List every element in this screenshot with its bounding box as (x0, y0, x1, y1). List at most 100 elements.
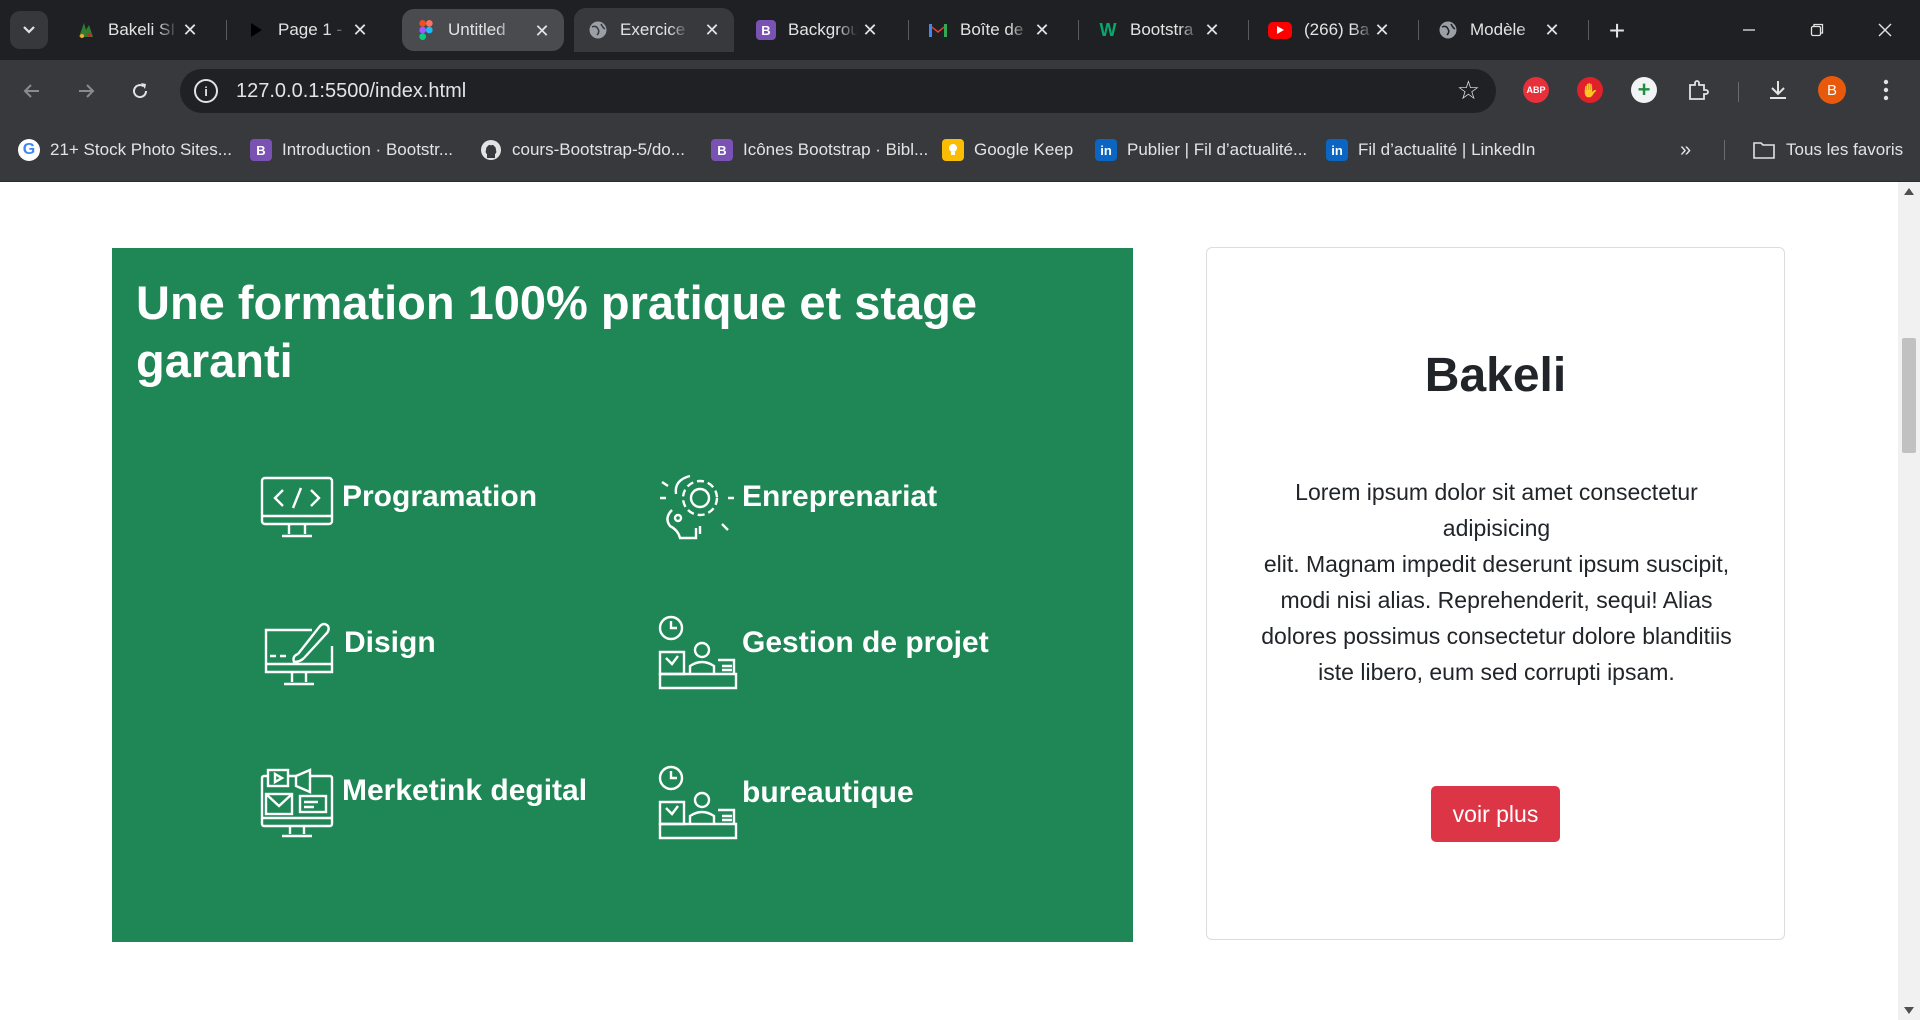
chevron-down-icon (23, 26, 35, 34)
new-tab-button[interactable]: + (1600, 14, 1634, 48)
adblock-extension[interactable]: ABP (1520, 74, 1552, 106)
stop-hand-extension[interactable]: ✋ (1574, 74, 1606, 106)
tab-exercice-active[interactable]: Exercice ✕ (574, 8, 734, 52)
keep-icon (942, 139, 964, 161)
tab-untitled[interactable]: Untitled ✕ (402, 9, 564, 51)
figma-icon (416, 20, 436, 40)
close-icon[interactable]: ✕ (1542, 20, 1562, 40)
back-button[interactable] (14, 73, 50, 109)
add-extension[interactable]: + (1628, 74, 1660, 106)
tab-title: Boîte de (960, 20, 1024, 39)
bookmark-label: Publier | Fil d’actualité... (1127, 140, 1308, 159)
bakeli-card: Bakeli Lorem ipsum dolor sit amet consec… (1206, 247, 1785, 940)
close-icon[interactable]: ✕ (702, 20, 722, 40)
bookmarks-overflow-button[interactable]: » (1680, 138, 1691, 162)
bookmark-star-icon[interactable]: ☆ (1457, 75, 1480, 106)
tab-title: Bootstra (1130, 20, 1194, 39)
close-icon[interactable]: ✕ (350, 20, 370, 40)
tab-divider (226, 20, 227, 40)
menu-button[interactable] (1870, 74, 1902, 106)
bookmark-fil-linkedin[interactable]: in Fil d’actualité | LinkedIn (1326, 138, 1535, 162)
bootstrap-icon: B (756, 20, 776, 40)
close-icon[interactable]: ✕ (1202, 20, 1222, 40)
scrollbar-thumb[interactable] (1902, 338, 1916, 453)
tab-gmail[interactable]: Boîte de ✕ (914, 8, 1064, 52)
toolbar-divider (1738, 82, 1739, 102)
feature-label: Programation (342, 480, 538, 513)
tab-title: Page 1 - (278, 20, 343, 39)
minimize-button[interactable] (1714, 0, 1784, 60)
avatar: B (1818, 76, 1846, 104)
digital-marketing-icon (260, 768, 334, 838)
bookmark-stock-photos[interactable]: G 21+ Stock Photo Sites... (18, 138, 232, 162)
tab-bootstrap-w3[interactable]: W Bootstra ✕ (1084, 8, 1234, 52)
bookmark-publier-linkedin[interactable]: in Publier | Fil d’actualité... (1095, 138, 1307, 162)
tab-title: (266) Ba (1304, 20, 1370, 39)
w3-icon: W (1099, 19, 1117, 40)
tab-background[interactable]: B Backgrou ✕ (742, 8, 892, 52)
scroll-down-arrow-icon[interactable] (1904, 1007, 1914, 1014)
bookmark-label: cours-Bootstrap-5/do... (512, 140, 685, 159)
code-monitor-icon (260, 476, 334, 538)
close-icon[interactable]: ✕ (532, 21, 552, 41)
abp-icon: ABP (1523, 77, 1549, 103)
bookmark-cours-bootstrap[interactable]: cours-Bootstrap-5/do... (480, 138, 685, 162)
tab-divider (1418, 20, 1419, 40)
tab-modele[interactable]: Modèle ✕ (1424, 8, 1574, 52)
address-bar[interactable]: i 127.0.0.1:5500/index.html ☆ (180, 69, 1496, 113)
tab-page1[interactable]: Page 1 - ✕ (232, 8, 382, 52)
close-icon[interactable]: ✕ (1032, 20, 1052, 40)
page-scrollbar[interactable] (1898, 182, 1920, 1020)
close-icon[interactable]: ✕ (180, 20, 200, 40)
profile-button[interactable]: B (1816, 74, 1848, 106)
card-title: Bakeli (1424, 349, 1567, 402)
plus-icon: + (1608, 15, 1626, 46)
github-icon (480, 139, 502, 161)
bookmark-icones-bootstrap[interactable]: B Icônes Bootstrap · Bibl... (711, 138, 928, 162)
tab-youtube[interactable]: (266) Ba ✕ (1254, 8, 1404, 52)
feature-programation: Programation (256, 468, 537, 550)
feature-label: Merketink degital (342, 774, 588, 807)
feature-label: Disign (344, 626, 436, 659)
restore-icon (1810, 23, 1824, 37)
bookmark-label: Icônes Bootstrap · Bibl... (743, 140, 929, 159)
tab-bakeli[interactable]: Bakeli SI ✕ (62, 8, 212, 52)
close-icon[interactable]: ✕ (860, 20, 880, 40)
site-info-icon[interactable]: i (194, 79, 218, 103)
bookmark-label: Google Keep (974, 140, 1074, 159)
arrow-left-icon (23, 84, 39, 98)
close-window-button[interactable] (1850, 0, 1920, 60)
tab-search-button[interactable] (10, 11, 48, 49)
play-icon (246, 20, 266, 40)
downloads-button[interactable] (1762, 74, 1794, 106)
tab-divider (1248, 20, 1249, 40)
scroll-up-arrow-icon[interactable] (1904, 188, 1914, 195)
bookmark-introduction-bootstrap[interactable]: B Introduction · Bootstr... (250, 138, 453, 162)
globe-icon (1438, 20, 1458, 40)
design-monitor-icon (264, 622, 334, 686)
tab-title: Untitled (448, 20, 506, 39)
bookmark-google-keep[interactable]: Google Keep (942, 138, 1073, 162)
linkedin-icon: in (1095, 139, 1117, 161)
tab-title: Exercice (620, 20, 686, 39)
close-icon[interactable]: ✕ (1372, 20, 1392, 40)
feature-label: Enreprenariat (742, 480, 938, 513)
feature-label: Gestion de projet (742, 626, 989, 659)
globe-icon (588, 20, 608, 40)
url-text[interactable]: 127.0.0.1:5500/index.html (236, 80, 466, 103)
browser-toolbar: i 127.0.0.1:5500/index.html ☆ ABP ✋ + B (0, 60, 1920, 120)
training-panel: Une formation 100% pratique et stage gar… (112, 248, 1133, 942)
card-text: Lorem ipsum dolor sit amet consectetur a… (1243, 474, 1750, 690)
voir-plus-button[interactable]: voir plus (1431, 786, 1560, 842)
youtube-icon (1268, 21, 1292, 39)
reload-button[interactable] (122, 73, 158, 109)
forward-button[interactable] (68, 73, 104, 109)
card-text-line2: elit. Magnam impedit deserunt ipsum susc… (1261, 551, 1732, 685)
project-management-icon (658, 615, 738, 690)
extensions-button[interactable] (1682, 74, 1714, 106)
all-bookmarks-button[interactable]: Tous les favoris (1752, 138, 1903, 162)
double-chevron-right-icon: » (1680, 138, 1692, 161)
arrow-right-icon (79, 84, 95, 98)
restore-button[interactable] (1782, 0, 1852, 60)
bookmark-label: 21+ Stock Photo Sites... (50, 140, 232, 159)
